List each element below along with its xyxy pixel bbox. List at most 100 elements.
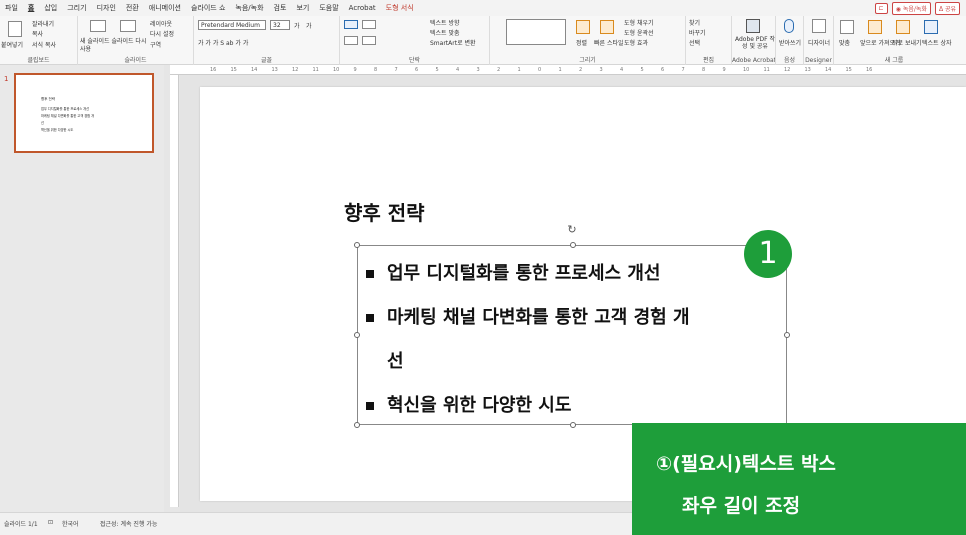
cut-button[interactable]: 잘라내기: [32, 19, 54, 28]
ruler-tick-label: 10: [333, 67, 340, 73]
align-button[interactable]: 맞춤: [839, 38, 850, 47]
font-name-select[interactable]: Pretendard Medium: [198, 20, 266, 30]
bullet-square-icon: [366, 402, 374, 410]
bullet-text: 마케팅 채널 다변화를 통한 고객 경험 개: [387, 307, 690, 328]
replace-button[interactable]: 바꾸기: [689, 28, 706, 37]
ruler-tick-label: 14: [825, 67, 832, 73]
tab-slideshow[interactable]: 슬라이드 쇼: [186, 3, 230, 13]
tab-insert[interactable]: 삽입: [39, 3, 62, 13]
text-box-button[interactable]: 텍스트 상자: [922, 38, 952, 47]
bullets-icon[interactable]: [344, 20, 358, 29]
list-item-continuation[interactable]: 선: [366, 340, 782, 384]
list-item[interactable]: 혁신을 위한 다양한 시도: [366, 384, 782, 428]
rotate-handle-icon[interactable]: ↻: [566, 224, 578, 236]
format-painter-button[interactable]: 서식 복사: [32, 40, 56, 49]
ruler-tick-label: 4: [456, 67, 460, 73]
align-center-icon[interactable]: [362, 36, 376, 45]
quick-styles-button[interactable]: 빠른 스타일: [594, 38, 624, 47]
shapes-gallery[interactable]: [506, 19, 566, 45]
slide-title[interactable]: 향후 전략: [344, 197, 425, 226]
arrange-icon[interactable]: [576, 20, 590, 34]
new-slide-button[interactable]: 새 슬라이드 슬라이드 다시 사용: [80, 38, 152, 54]
align-left-icon[interactable]: [344, 36, 358, 45]
selected-text-box[interactable]: ↻ 업무 디지털화를 통한 프로세스 개선 마케팅 채널 다변화를 통한 고객 …: [354, 224, 790, 428]
new-group-label: 새 그룹: [884, 57, 904, 64]
paste-icon[interactable]: [8, 21, 22, 37]
shape-outline-button[interactable]: 도형 윤곽선: [624, 28, 654, 37]
share-button[interactable]: ᐃ 공유: [934, 2, 960, 15]
pdf-icon[interactable]: [746, 19, 760, 33]
copy-button[interactable]: 복사: [32, 29, 43, 38]
ruler-tick-label: 1: [558, 67, 562, 73]
language-indicator[interactable]: 한국어: [62, 519, 79, 528]
tab-home[interactable]: 홈: [23, 3, 39, 13]
tab-help[interactable]: 도움말: [314, 3, 343, 13]
font-size-select[interactable]: 32: [270, 20, 290, 30]
tab-record[interactable]: 녹음/녹화: [230, 3, 268, 13]
tab-file[interactable]: 파일: [0, 3, 23, 13]
font-name-value: Pretendard Medium: [201, 22, 260, 29]
text-box-icon[interactable]: [924, 20, 938, 34]
designer-icon[interactable]: [812, 19, 826, 33]
record-button[interactable]: ◉ 녹음/녹화: [891, 2, 931, 15]
drawing-group: 정렬 빠른 스타일 도형 채우기 도형 윤곽선 도형 효과 그리기: [490, 16, 686, 65]
accessibility-status[interactable]: 접근성: 계속 진행 가능: [100, 519, 157, 528]
ruler-tick-label: 2: [579, 67, 583, 73]
paste-button[interactable]: 붙여넣기: [1, 40, 23, 49]
list-item[interactable]: 업무 디지털화를 통한 프로세스 개선: [366, 252, 782, 296]
layout-button[interactable]: 레이아웃: [150, 19, 172, 28]
paragraph-label: 단락: [408, 57, 421, 64]
font-format-buttons[interactable]: 가 가 가 S ab 가 가: [198, 38, 248, 47]
slide-thumbnail[interactable]: 향후 전략 업무 디지털화를 통한 프로세스 개선 마케팅 채널 다변화를 통한…: [14, 73, 154, 153]
new-slide-icon[interactable]: [90, 20, 106, 32]
resize-handle[interactable]: [354, 332, 360, 338]
spellcheck-icon[interactable]: ⊡: [48, 519, 53, 526]
tab-design[interactable]: 디자인: [92, 3, 121, 13]
resize-handle[interactable]: [570, 242, 576, 248]
bring-forward-icon[interactable]: [868, 20, 882, 34]
tab-draw[interactable]: 그리기: [62, 3, 91, 13]
tab-transitions[interactable]: 전환: [121, 3, 144, 13]
shape-fill-button[interactable]: 도형 채우기: [624, 18, 654, 27]
tab-animations[interactable]: 애니메이션: [144, 3, 186, 13]
section-button[interactable]: 구역: [150, 40, 161, 49]
voice-label: 음성: [783, 57, 796, 64]
tab-acrobat[interactable]: Acrobat: [344, 4, 381, 12]
ruler-tick-label: 13: [271, 67, 278, 73]
acrobat-button[interactable]: Adobe PDF 작성 및 공유: [734, 36, 776, 50]
thumbnail-bullet: 업무 디지털화를 통한 프로세스 개선: [41, 107, 90, 111]
designer-group: 디자이너 Designer: [804, 16, 834, 65]
microphone-icon[interactable]: [784, 19, 794, 33]
reuse-slide-icon[interactable]: [120, 20, 136, 32]
reset-button[interactable]: 다시 설정: [150, 29, 174, 38]
resize-handle[interactable]: [354, 422, 360, 428]
tab-view[interactable]: 보기: [291, 3, 314, 13]
editing-group: 찾기 바꾸기 선택 편집: [686, 16, 732, 65]
dictate-button[interactable]: 받아쓰기: [779, 38, 801, 47]
select-button[interactable]: 선택: [689, 38, 700, 47]
align-icon[interactable]: [840, 20, 854, 34]
tab-review[interactable]: 검토: [269, 3, 292, 13]
ruler-tick-label: 5: [435, 67, 439, 73]
tab-shape-format[interactable]: 도형 서식: [381, 3, 419, 13]
designer-button[interactable]: 디자이너: [808, 38, 830, 47]
smartart-button[interactable]: SmartArt로 변환: [430, 38, 476, 47]
resize-handle[interactable]: [354, 242, 360, 248]
text-align-button[interactable]: 텍스트 맞춤: [430, 28, 460, 37]
list-item[interactable]: 마케팅 채널 다변화를 통한 고객 경험 개: [366, 296, 782, 340]
resize-handle[interactable]: [784, 332, 790, 338]
quick-styles-icon[interactable]: [600, 20, 614, 34]
ruler-tick-label: 8: [374, 67, 378, 73]
send-backward-button[interactable]: 뒤로 보내기: [892, 38, 922, 47]
grow-font-button[interactable]: 가: [294, 21, 300, 30]
arrange-button[interactable]: 정렬: [576, 38, 587, 47]
shape-effects-button[interactable]: 도형 효과: [624, 38, 648, 47]
numbering-icon[interactable]: [362, 20, 376, 29]
text-direction-button[interactable]: 텍스트 방향: [430, 18, 460, 27]
shrink-font-button[interactable]: 가: [306, 21, 312, 30]
ruler-tick-label: 8: [702, 67, 706, 73]
comment-button[interactable]: ⊏: [874, 3, 888, 14]
send-backward-icon[interactable]: [896, 20, 910, 34]
acrobat-label: Adobe Acrobat: [732, 57, 775, 64]
find-button[interactable]: 찾기: [689, 18, 700, 27]
